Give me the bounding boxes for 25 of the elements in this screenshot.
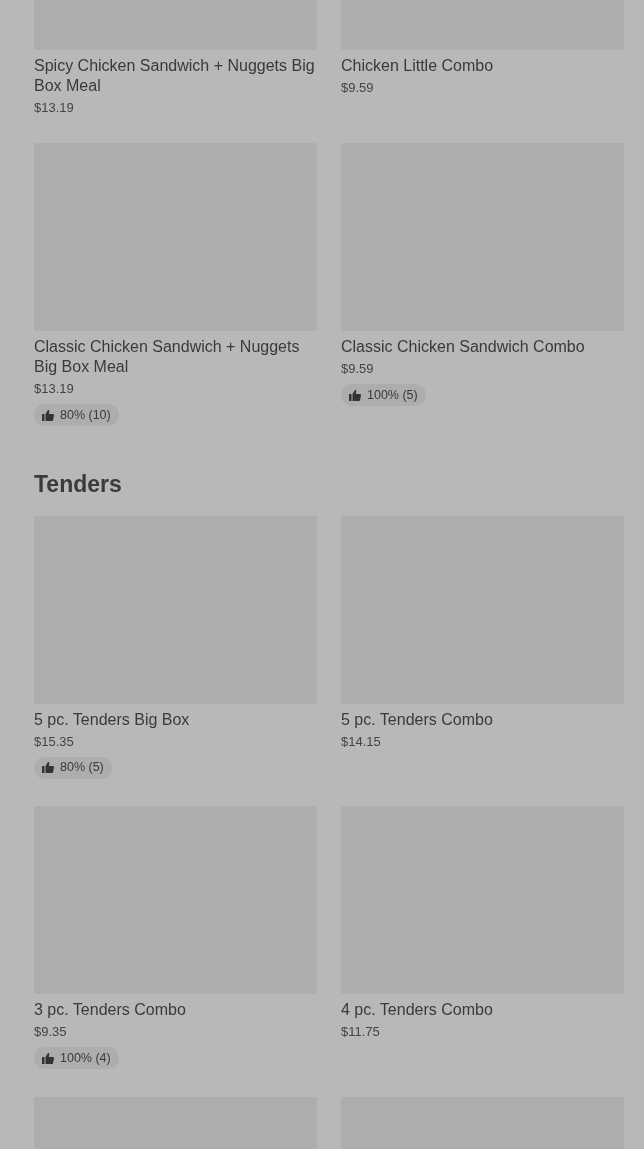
item-price: $13.19 — [34, 99, 75, 117]
rating-text: 100% (4) — [60, 1049, 111, 1067]
item-price: $9.59 — [341, 79, 375, 97]
item-name: Classic Chicken Sandwich Combo — [341, 337, 586, 357]
item-name: 3 pc. Tenders Combo — [34, 1000, 187, 1020]
item-price: $9.35 — [34, 1023, 68, 1041]
item-name: 5 pc. Tenders Big Box — [34, 709, 191, 730]
item-name: 4 pc. Tenders Combo — [341, 1000, 494, 1020]
item-name: Classic Chicken Sandwich + Nuggets Big Box Meal — [34, 337, 301, 377]
item-price: $11.75 — [341, 1023, 381, 1041]
thumbs-up-icon — [42, 409, 54, 421]
thumbs-up-icon — [42, 762, 54, 773]
item-price: $13.19 — [34, 380, 75, 398]
section-title: Tenders — [34, 469, 123, 499]
rating-text: 80% (5) — [60, 759, 104, 777]
item-price: $9.59 — [341, 360, 375, 378]
item-name: Spicy Chicken Sandwich + Nuggets Big Box Meal — [34, 56, 316, 96]
rating-text: 80% (10) — [60, 406, 111, 424]
item-price: $15.35 — [34, 732, 75, 751]
thumbs-up-icon — [349, 389, 361, 401]
thumbs-up-icon — [42, 1052, 54, 1064]
item-name: 5 pc. Tenders Combo — [341, 709, 494, 730]
rating-text: 100% (5) — [367, 386, 418, 404]
item-price: $14.15 — [341, 732, 382, 751]
item-name: Chicken Little Combo — [341, 56, 495, 76]
